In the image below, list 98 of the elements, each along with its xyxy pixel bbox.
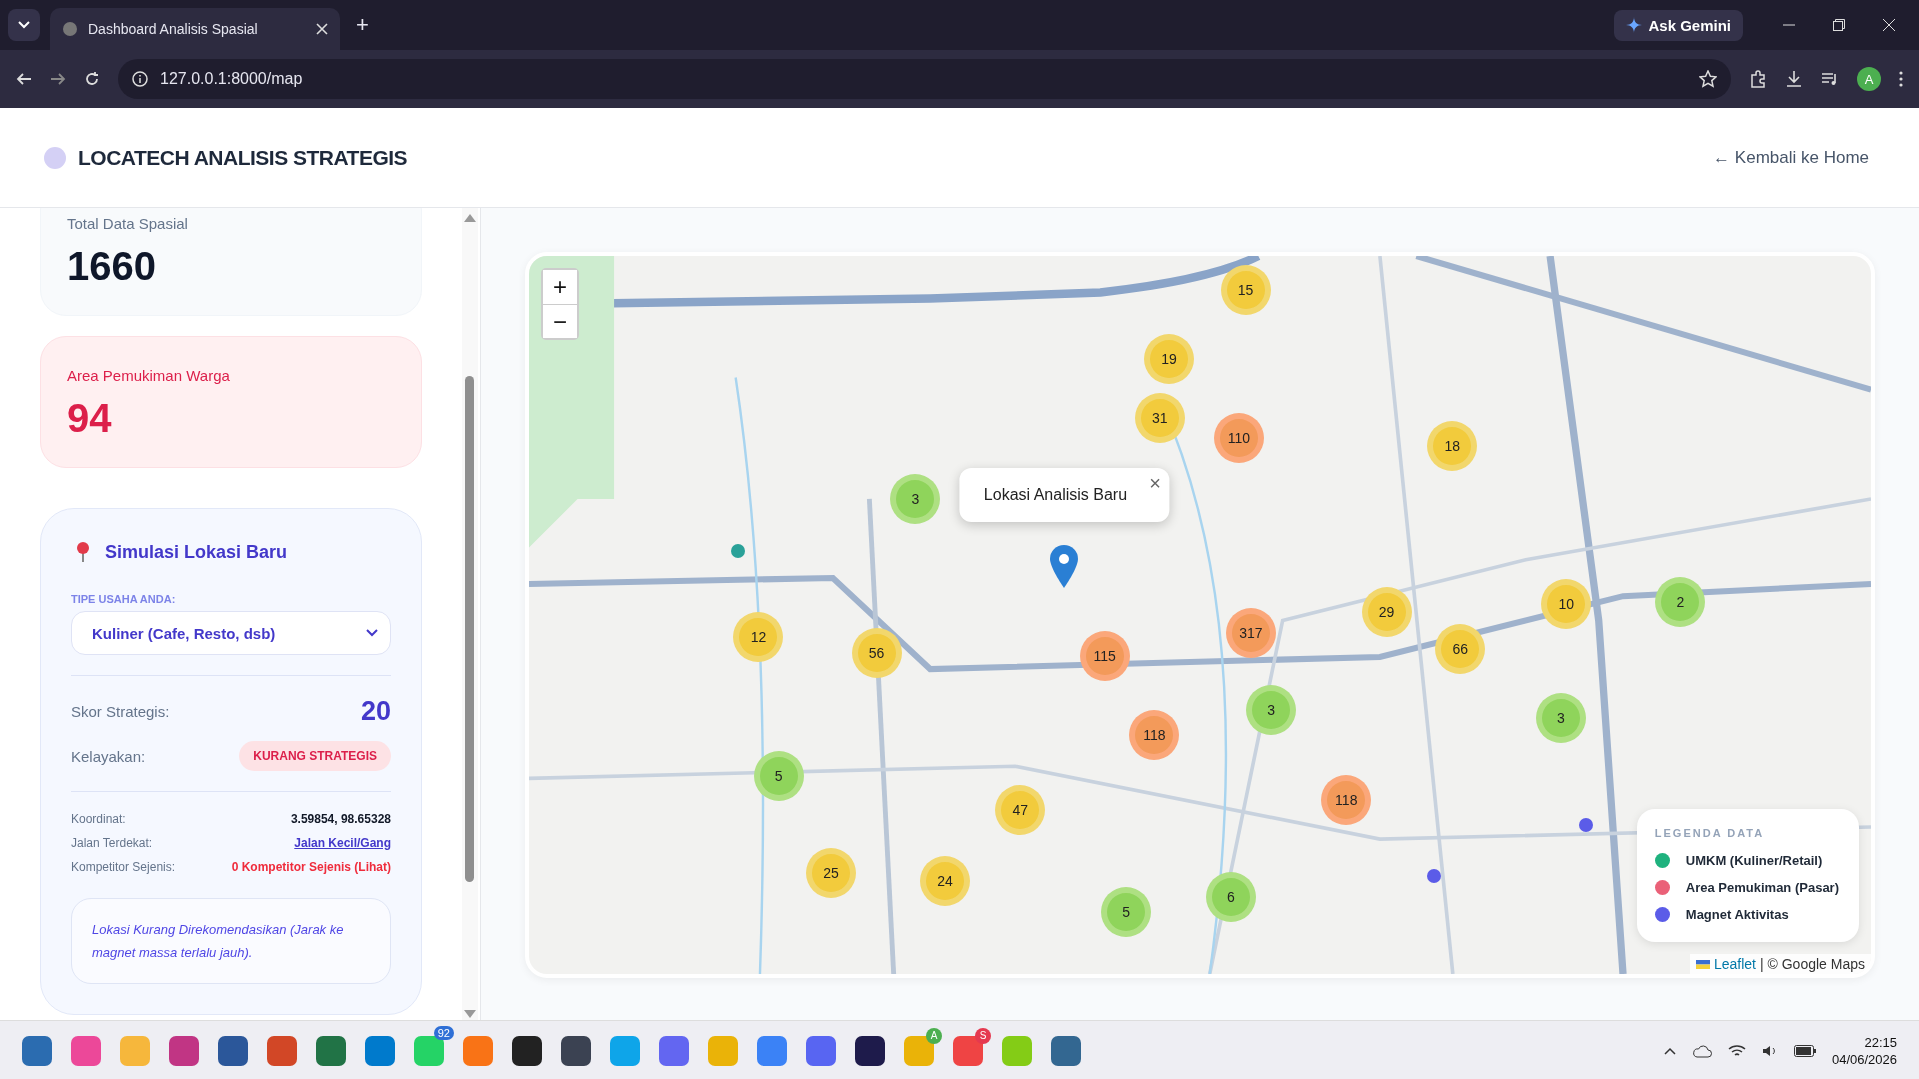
chevron-icon (366, 629, 378, 637)
detail-label: Kompetitor Sejenis: (71, 860, 176, 874)
pushpin-icon (75, 541, 91, 563)
cluster-marker[interactable]: 110 (1213, 413, 1264, 464)
restore-icon[interactable] (1833, 19, 1845, 31)
cloud-icon[interactable] (1691, 1043, 1712, 1058)
stat-label: Total Data Spasial (67, 215, 189, 232)
detail-value[interactable]: Jalan Kecil/Gang (294, 836, 391, 850)
address-bar[interactable]: 127.0.0.1:8000/map (118, 59, 1731, 99)
app-icon[interactable] (855, 1035, 885, 1066)
cluster-marker[interactable]: 25 (805, 848, 856, 899)
detail-value: 3.59854, 98.65328 (290, 812, 391, 826)
cluster-marker[interactable]: 47 (995, 785, 1046, 836)
clock-time[interactable]: 22:15 (1864, 1034, 1897, 1050)
cluster-marker[interactable]: 5 (1101, 887, 1152, 938)
cluster-marker[interactable]: 6 (1205, 872, 1256, 923)
app-title: LOCATECH ANALISIS STRATEGIS (78, 145, 408, 170)
new-tab-button[interactable]: + (350, 12, 375, 38)
app-icon[interactable] (561, 1035, 591, 1066)
cluster-marker[interactable]: 56 (851, 628, 902, 679)
stat-value: 1660 (67, 244, 157, 289)
flag-icon (1695, 959, 1710, 969)
battery-icon[interactable] (1793, 1044, 1816, 1057)
cluster-marker[interactable]: 18 (1427, 420, 1478, 471)
star-icon[interactable] (1699, 70, 1717, 88)
reload-icon[interactable] (84, 71, 100, 87)
detail-label: Jalan Terdekat: (71, 836, 153, 850)
cluster-marker[interactable]: 118 (1129, 709, 1180, 760)
puzzle-icon[interactable] (1749, 70, 1767, 88)
map-marker-dot[interactable] (1579, 818, 1594, 833)
cluster-marker[interactable]: 3 (890, 473, 941, 524)
field-label: TIPE USAHA ANDA: (71, 593, 177, 605)
detail-label: Koordinat: (71, 812, 126, 826)
feasibility-badge: KURANG STRATEGIS (239, 741, 391, 771)
browser-tab[interactable]: Dashboard Analisis Spasial (50, 8, 340, 50)
notification-badge: 92 (433, 1025, 454, 1040)
cluster-marker[interactable]: 10 (1541, 578, 1592, 629)
cluster-marker[interactable]: 317 (1226, 607, 1276, 658)
cluster-marker[interactable]: 15 (1220, 264, 1271, 315)
chevron-up-icon[interactable] (1663, 1046, 1676, 1055)
media-icon[interactable] (1821, 70, 1839, 88)
cluster-marker[interactable]: 115 (1079, 630, 1130, 681)
score-label: Skor Strategis: (71, 703, 170, 720)
download-icon[interactable] (1785, 70, 1803, 88)
back-icon[interactable] (16, 71, 32, 87)
scroll-down-icon[interactable] (464, 1010, 476, 1018)
wifi-icon[interactable] (1727, 1043, 1746, 1058)
profile-badge: S (975, 1027, 991, 1044)
profile-badge: A (926, 1027, 942, 1044)
gemini-button[interactable]: Ask Gemini (1614, 9, 1743, 41)
attribution-text: | © Google Maps (1760, 956, 1865, 972)
cluster-marker[interactable]: 2 (1655, 577, 1706, 628)
legend-label: Area Pemukiman (Pasar) (1685, 880, 1839, 895)
location-pin-icon[interactable] (1049, 543, 1080, 588)
map-panel[interactable]: 15 19 31 110 18 3 29 10 2 12 56 317 115 66 3 3 118 5 47 118 25 24 6 5 Lokasi Analisis Baru × + − LEGENDA DATA UMKM (Kuliner/Retail) Area Pemukiman (Pasar) Magnet Aktivitas Leaflet | © Google Maps (525, 252, 1875, 978)
cluster-marker[interactable]: 19 (1144, 334, 1195, 385)
clock-date[interactable]: 04/06/2026 (1831, 1051, 1897, 1067)
business-type-dropdown[interactable]: Kuliner (Cafe, Resto, dsb) (71, 611, 391, 655)
map-marker-dot[interactable] (1426, 868, 1441, 883)
map-marker-dot[interactable] (731, 544, 746, 559)
scrollbar[interactable] (462, 208, 478, 1020)
app-icon[interactable] (512, 1035, 542, 1066)
chevron-icon (18, 21, 30, 29)
popup-close-button[interactable]: × (1149, 471, 1162, 495)
cluster-marker[interactable]: 3 (1536, 692, 1586, 743)
simulation-title: Simulasi Lokasi Baru (105, 541, 288, 563)
feasibility-label: Kelayakan: (71, 747, 146, 765)
tab-list-button[interactable] (8, 9, 40, 41)
close-icon[interactable] (1883, 19, 1895, 31)
leaflet-link[interactable]: Leaflet (1713, 956, 1756, 972)
cluster-marker[interactable]: 118 (1321, 775, 1372, 826)
logo-dot (44, 146, 66, 169)
cluster-marker[interactable]: 12 (733, 612, 784, 663)
cluster-marker[interactable]: 66 (1435, 623, 1486, 674)
cluster-marker[interactable]: 5 (753, 750, 804, 801)
detail-value[interactable]: 0 Kompetitor Sejenis (Lihat) (231, 860, 391, 874)
legend-label: UMKM (Kuliner/Retail) (1685, 853, 1823, 868)
popup-text: Lokasi Analisis Baru (983, 485, 1128, 503)
info-icon[interactable] (132, 71, 148, 87)
score-value: 20 (360, 696, 391, 727)
close-icon[interactable] (316, 23, 328, 35)
cluster-marker[interactable]: 29 (1361, 587, 1412, 638)
stat-label: Area Pemukiman Warga (67, 367, 231, 384)
speaker-icon[interactable] (1761, 1043, 1778, 1058)
forward-icon[interactable] (50, 71, 66, 87)
menu-icon[interactable] (1899, 71, 1903, 87)
legend-title: LEGENDA DATA (1654, 827, 1766, 839)
cluster-marker[interactable]: 24 (920, 856, 970, 907)
start-button[interactable] (22, 1035, 52, 1066)
scroll-up-icon[interactable] (464, 214, 476, 222)
app-icon[interactable] (218, 1035, 248, 1066)
zoom-out-button[interactable]: − (543, 304, 577, 338)
back-home-link[interactable]: ← Kembali ke Home (1713, 147, 1869, 168)
stat-value: 94 (67, 396, 113, 441)
cluster-marker[interactable]: 31 (1134, 392, 1185, 443)
legend-label: Magnet Aktivitas (1685, 907, 1789, 922)
cluster-marker[interactable]: 3 (1246, 685, 1297, 736)
recommendation-note: Lokasi Kurang Direkomendasikan (Jarak ke magnet massa terlalu jauh). (71, 898, 391, 984)
